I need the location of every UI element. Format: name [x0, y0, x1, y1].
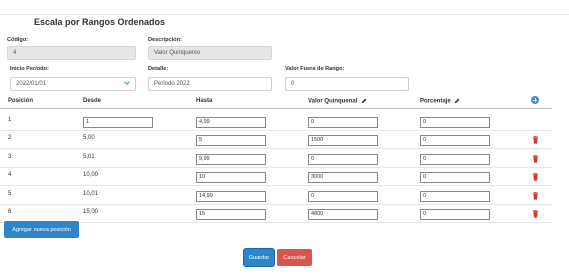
valor-quinquenal-input[interactable]: 0 — [308, 154, 378, 165]
hasta-input[interactable]: 14,99 — [196, 191, 266, 202]
trash-icon[interactable] — [532, 155, 539, 163]
col-header-valor-quinquenal-label: Valor Quinquenal — [308, 98, 358, 105]
valor-quinquenal-value: 4800 — [311, 211, 324, 217]
desde-value: 10,00 — [83, 172, 99, 178]
hasta-input[interactable]: 15 — [196, 209, 266, 220]
desde-value: 10,01 — [83, 191, 99, 197]
hasta-value: 10 — [199, 174, 206, 180]
table-row: 1 1 4,99 0 0 — [0, 111, 552, 131]
porcentaje-input[interactable]: 0 — [420, 172, 490, 183]
porcentaje-input[interactable]: 0 — [420, 135, 490, 146]
row-posicion: 4 — [8, 172, 12, 178]
hasta-value: 4,99 — [199, 119, 210, 125]
desde-value: 5,01 — [83, 154, 95, 160]
add-row-icon[interactable] — [531, 96, 539, 104]
trash-icon[interactable] — [532, 136, 539, 144]
hasta-input[interactable]: 9,99 — [196, 154, 266, 165]
porcentaje-value: 0 — [423, 156, 427, 162]
valor-quinquenal-value: 3000 — [311, 174, 324, 180]
valor-quinquenal-value: 0 — [311, 193, 315, 199]
pencil-icon[interactable] — [454, 98, 460, 104]
descripcion-value: Valor Quinquenio — [154, 50, 200, 56]
cancel-button[interactable]: Cancelar — [277, 249, 312, 266]
top-divider — [0, 14, 569, 15]
col-header-posicion: Posición — [8, 98, 34, 104]
pencil-icon[interactable] — [361, 98, 367, 104]
hasta-value: 5 — [199, 137, 203, 143]
porcentaje-value: 0 — [423, 174, 427, 180]
valor-quinquenal-value: 0 — [311, 119, 315, 125]
row-posicion: 5 — [8, 191, 12, 197]
codigo-value: 4 — [13, 50, 17, 56]
valor-quinquenal-input[interactable]: 0 — [308, 191, 378, 202]
save-button[interactable]: Guardar — [244, 249, 274, 266]
porcentaje-value: 0 — [423, 119, 427, 125]
table-row: 5 10,01 14,99 0 0 — [0, 185, 552, 205]
hasta-value: 15 — [199, 211, 206, 217]
valor-quinquenal-value: 1500 — [311, 137, 324, 143]
valor-quinquenal-value: 0 — [311, 156, 315, 162]
porcentaje-input[interactable]: 0 — [420, 191, 490, 202]
inicio-periodo-label: Inicio Período: — [10, 66, 49, 72]
page-title: Escala por Rangos Ordenados — [34, 17, 166, 27]
valor-quinquenal-input[interactable]: 0 — [308, 117, 378, 128]
inicio-periodo-value: 2022/01/01 — [16, 81, 47, 87]
porcentaje-input[interactable]: 0 — [420, 154, 490, 165]
hasta-input[interactable]: 5 — [196, 135, 266, 146]
porcentaje-value: 0 — [423, 137, 427, 143]
valor-quinquenal-input[interactable]: 1500 — [308, 135, 378, 146]
desde-value: 15,00 — [83, 209, 99, 215]
hasta-input[interactable]: 10 — [196, 172, 266, 183]
row-posicion: 1 — [8, 117, 12, 123]
trash-icon[interactable] — [532, 210, 539, 218]
row-posicion: 2 — [8, 135, 12, 141]
table-row: 4 10,00 10 3000 0 — [0, 166, 552, 186]
table-row: 2 5,00 5 1500 0 — [0, 129, 552, 149]
col-header-valor-quinquenal: Valor Quinquenal — [308, 98, 367, 105]
desde-input[interactable]: 1 — [83, 117, 153, 128]
table-row: 6 15,00 15 4800 0 — [0, 203, 552, 223]
detalle-value: Periodo 2022 — [154, 81, 190, 87]
porcentaje-input[interactable]: 0 — [420, 117, 490, 128]
table-header-divider — [0, 108, 552, 109]
descripcion-field[interactable]: Valor Quinquenio — [148, 46, 272, 60]
hasta-value: 14,99 — [199, 193, 213, 199]
row-posicion: 6 — [8, 209, 12, 215]
valor-fuera-rango-field[interactable]: 0 — [285, 77, 409, 91]
add-position-button[interactable]: Agregar nueva posición — [4, 221, 79, 238]
row-posicion: 3 — [8, 154, 12, 160]
table-row: 3 5,01 9,99 0 0 — [0, 148, 552, 168]
detalle-field[interactable]: Periodo 2022 — [148, 77, 272, 91]
chevron-down-icon — [124, 81, 130, 85]
desde-value: 5,00 — [83, 135, 95, 141]
trash-icon[interactable] — [532, 192, 539, 200]
col-header-hasta: Hasta — [196, 98, 213, 104]
hasta-input[interactable]: 4,99 — [196, 117, 266, 128]
hasta-value: 9,99 — [199, 156, 210, 162]
porcentaje-input[interactable]: 0 — [420, 209, 490, 220]
detalle-label: Detalle: — [148, 66, 169, 72]
codigo-label: Código: — [7, 37, 29, 43]
codigo-field[interactable]: 4 — [7, 46, 136, 60]
col-header-porcentaje-label: Porcentaje — [420, 98, 451, 105]
porcentaje-value: 0 — [423, 211, 427, 217]
desde-value: 1 — [86, 119, 90, 125]
valor-quinquenal-input[interactable]: 4800 — [308, 209, 378, 220]
valor-fuera-rango-value: 0 — [291, 81, 295, 87]
descripcion-label: Descripción: — [148, 37, 182, 43]
col-header-porcentaje: Porcentaje — [420, 98, 460, 105]
inicio-periodo-select[interactable]: 2022/01/01 — [10, 77, 136, 91]
col-header-desde: Desde — [83, 98, 102, 104]
trash-icon[interactable] — [532, 173, 539, 181]
valor-fuera-rango-label: Valor Fuera de Rango: — [285, 66, 345, 72]
porcentaje-value: 0 — [423, 193, 427, 199]
valor-quinquenal-input[interactable]: 3000 — [308, 172, 378, 183]
